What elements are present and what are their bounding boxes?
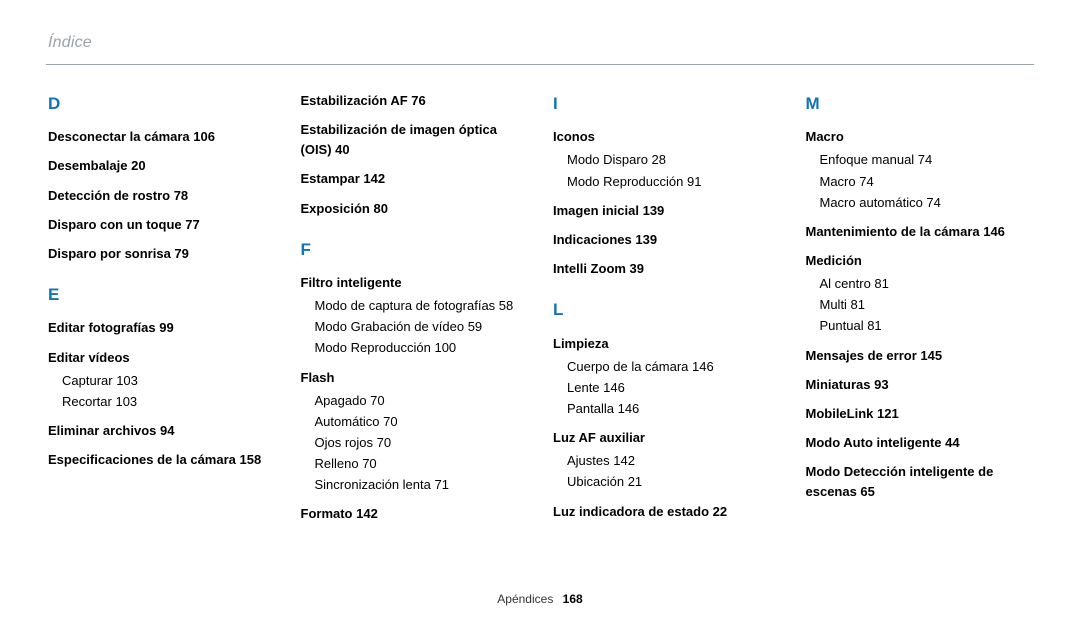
column-4: M Macro Enfoque manual 74Macro 74Macro aut… (806, 91, 1033, 534)
index-entry[interactable]: MobileLink 121 (806, 404, 1033, 424)
index-entry[interactable]: Intelli Zoom 39 (553, 259, 780, 279)
index-subentry[interactable]: Multi 81 (820, 295, 1033, 315)
index-entry[interactable]: Mantenimiento de la cámara 146 (806, 222, 1033, 242)
footer-page-number: 168 (563, 592, 583, 606)
index-subentry[interactable]: Modo Reproducción 91 (567, 172, 780, 192)
index-entry[interactable]: Luz AF auxiliar (553, 428, 780, 448)
index-entry[interactable]: Indicaciones 139 (553, 230, 780, 250)
index-subentry[interactable]: Capturar 103 (62, 371, 275, 391)
index-entry[interactable]: Exposición 80 (301, 199, 528, 219)
index-subentry[interactable]: Relleno 70 (315, 454, 528, 474)
index-entry[interactable]: Iconos (553, 127, 780, 147)
index-entry[interactable]: Mensajes de error 145 (806, 346, 1033, 366)
index-entry[interactable]: Limpieza (553, 334, 780, 354)
column-3: I Iconos Modo Disparo 28Modo Reproducción … (553, 91, 780, 534)
index-subentry[interactable]: Lente 146 (567, 378, 780, 398)
index-entry[interactable]: Luz indicadora de estado 22 (553, 502, 780, 522)
index-entry[interactable]: Estampar 142 (301, 169, 528, 189)
index-entry[interactable]: Modo Detección inteligente de escenas 65 (806, 462, 1033, 502)
index-entry[interactable]: Disparo con un toque 77 (48, 215, 275, 235)
index-entry[interactable]: Especificaciones de la cámara 158 (48, 450, 275, 470)
index-subentry[interactable]: Cuerpo de la cámara 146 (567, 357, 780, 377)
index-subentry[interactable]: Recortar 103 (62, 392, 275, 412)
index-letter: E (48, 282, 275, 308)
index-subentry[interactable]: Al centro 81 (820, 274, 1033, 294)
index-subentry[interactable]: Modo Reproducción 100 (315, 338, 528, 358)
index-entry[interactable]: Desconectar la cámara 106 (48, 127, 275, 147)
index-entry[interactable]: Estabilización de imagen óptica (OIS) 40 (301, 120, 528, 160)
column-2: Estabilización AF 76 Estabilización de im… (301, 91, 528, 534)
index-letter: F (301, 237, 528, 263)
index-entry[interactable]: Editar fotografías 99 (48, 318, 275, 338)
index-subentry[interactable]: Macro 74 (820, 172, 1033, 192)
index-subentry[interactable]: Automático 70 (315, 412, 528, 432)
index-subentry[interactable]: Ajustes 142 (567, 451, 780, 471)
index-subentry[interactable]: Modo de captura de fotografías 58 (315, 296, 528, 316)
index-subentry[interactable]: Puntual 81 (820, 316, 1033, 336)
index-entry[interactable]: Estabilización AF 76 (301, 91, 528, 111)
page-footer: Apéndices 168 (0, 592, 1080, 606)
index-entry[interactable]: Flash (301, 368, 528, 388)
index-columns: D Desconectar la cámara 106 Desembalaje 20… (48, 91, 1032, 534)
page-title: Índice (48, 34, 1032, 52)
index-entry[interactable]: Desembalaje 20 (48, 156, 275, 176)
index-subentry[interactable]: Pantalla 146 (567, 399, 780, 419)
index-subentry[interactable]: Sincronización lenta 71 (315, 475, 528, 495)
index-entry[interactable]: Formato 142 (301, 504, 528, 524)
index-entry[interactable]: Medición (806, 251, 1033, 271)
index-subentry[interactable]: Ubicación 21 (567, 472, 780, 492)
index-letter: D (48, 91, 275, 117)
index-subentry[interactable]: Apagado 70 (315, 391, 528, 411)
footer-section: Apéndices (497, 592, 553, 606)
index-letter: L (553, 297, 780, 323)
index-entry[interactable]: Filtro inteligente (301, 273, 528, 293)
index-entry[interactable]: Modo Auto inteligente 44 (806, 433, 1033, 453)
index-entry[interactable]: Eliminar archivos 94 (48, 421, 275, 441)
index-subentry[interactable]: Macro automático 74 (820, 193, 1033, 213)
horizontal-rule (46, 64, 1034, 65)
index-subentry[interactable]: Modo Grabación de vídeo 59 (315, 317, 528, 337)
index-subentry[interactable]: Modo Disparo 28 (567, 150, 780, 170)
index-entry[interactable]: Disparo por sonrisa 79 (48, 244, 275, 264)
index-entry[interactable]: Macro (806, 127, 1033, 147)
index-entry[interactable]: Miniaturas 93 (806, 375, 1033, 395)
index-entry[interactable]: Editar vídeos (48, 348, 275, 368)
index-entry[interactable]: Detección de rostro 78 (48, 186, 275, 206)
index-entry[interactable]: Imagen inicial 139 (553, 201, 780, 221)
column-1: D Desconectar la cámara 106 Desembalaje 20… (48, 91, 275, 534)
index-subentry[interactable]: Enfoque manual 74 (820, 150, 1033, 170)
index-letter: M (806, 91, 1033, 117)
index-subentry[interactable]: Ojos rojos 70 (315, 433, 528, 453)
index-letter: I (553, 91, 780, 117)
